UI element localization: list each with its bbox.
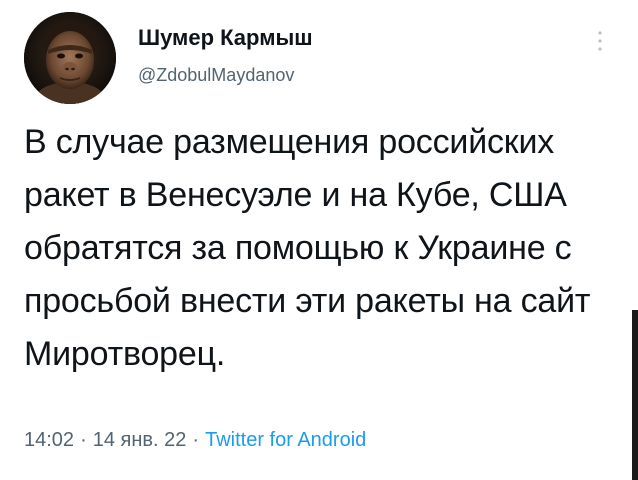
meta-separator: · xyxy=(80,429,87,451)
caveman-avatar-icon xyxy=(24,12,116,104)
author-display-name[interactable]: Шумер Кармыш xyxy=(138,25,313,51)
tweet-time[interactable]: 14:02 xyxy=(24,429,74,451)
author-avatar[interactable] xyxy=(24,12,116,104)
tweet-text: В случае размещения российских ракет в В… xyxy=(24,123,591,373)
tweet-source-link[interactable]: Twitter for Android xyxy=(205,429,366,451)
author-handle[interactable]: @ZdobulMaydanov xyxy=(138,65,294,86)
tweet-meta: 14:02 · 14 янв. 22 · Twitter for Android xyxy=(24,429,366,452)
more-vertical-icon xyxy=(598,31,602,51)
tweet-date[interactable]: 14 янв. 22 xyxy=(93,429,187,451)
edge-bar xyxy=(632,310,638,480)
more-options-button[interactable] xyxy=(588,24,612,58)
meta-separator: · xyxy=(192,429,200,451)
